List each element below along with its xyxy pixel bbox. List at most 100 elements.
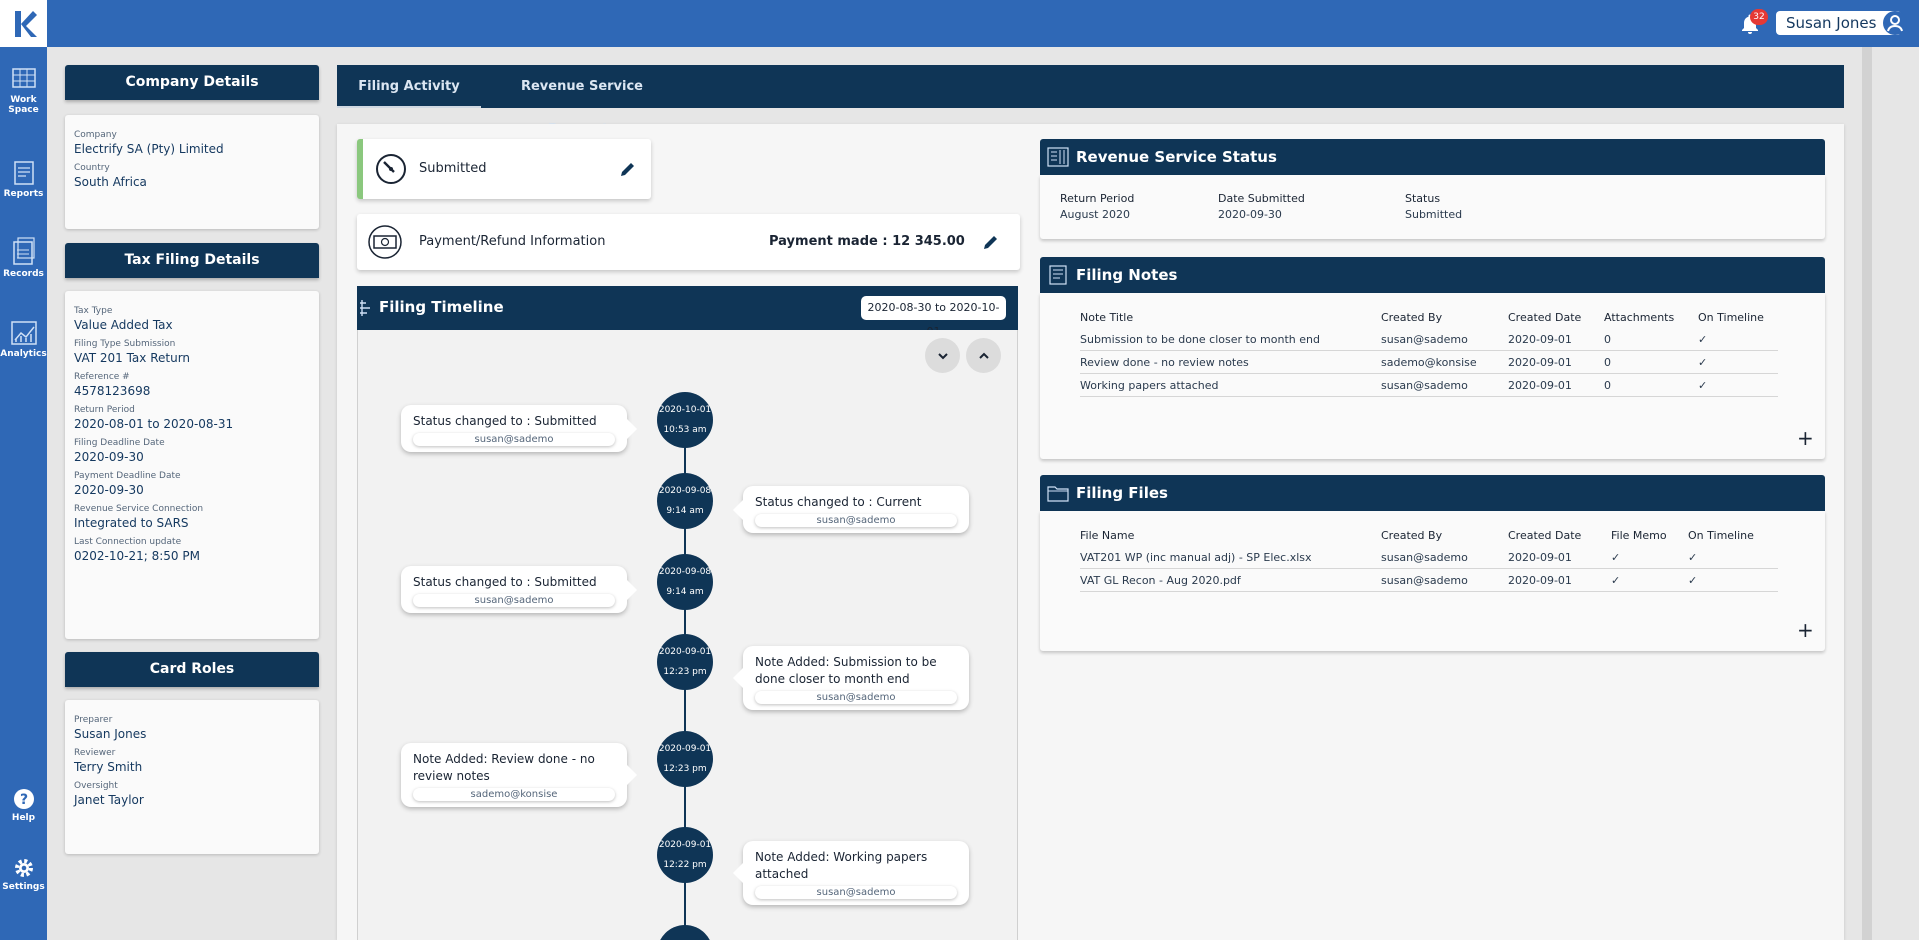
timeline-event-card[interactable]: Status changed to : Submitted susan@sade…	[401, 566, 637, 613]
note-title-cell: Working papers attached	[1080, 373, 1381, 397]
logo-icon	[14, 10, 37, 37]
notes-icon	[1049, 265, 1067, 285]
nav-reports[interactable]: Reports	[0, 160, 47, 199]
col-created-date: Created Date	[1508, 311, 1582, 324]
timeline-event-user: susan@sademo	[413, 433, 615, 446]
filing-type-label: Filing Type Submission	[74, 339, 176, 349]
table-header-row: File Name Created By Created Date File M…	[1080, 525, 1778, 546]
connection-value: Integrated to SARS	[74, 516, 189, 530]
check-icon: ✓	[1698, 373, 1778, 397]
timeline-event-card[interactable]: Note Added: Review done - no review note…	[401, 743, 637, 807]
oversight-value: Janet Taylor	[74, 793, 144, 807]
file-name-cell[interactable]: VAT201 WP (inc manual adj) - SP Elec.xls…	[1080, 546, 1381, 569]
timeline-date-range[interactable]: 2020-08-30 to 2020-10-01	[861, 296, 1006, 338]
revenue-status-card: Return Period August 2020 Date Submitted…	[1040, 175, 1825, 239]
connection-label: Revenue Service Connection	[74, 504, 204, 514]
revenue-status-header: Revenue Service Status	[1040, 139, 1825, 175]
col-file-name: File Name	[1080, 529, 1135, 542]
filing-deadline-value: 2020-09-30	[74, 450, 144, 464]
status-label: Submitted	[419, 161, 487, 176]
timeline-event-text: Note Added: Submission to be done closer…	[755, 655, 937, 686]
filing-type-value: VAT 201 Tax Return	[74, 351, 191, 365]
payment-refund-label: Payment/Refund Information	[419, 234, 606, 249]
created-by-cell: susan@sademo	[1381, 373, 1508, 397]
created-by-cell: susan@sademo	[1381, 328, 1508, 351]
nav-settings-label: Settings	[2, 882, 45, 892]
nav-settings[interactable]: Settings	[0, 857, 47, 892]
status-card: Submitted	[357, 139, 651, 199]
collapse-up-button[interactable]	[966, 338, 1001, 373]
table-row[interactable]: VAT GL Recon - Aug 2020.pdf susan@sademo…	[1080, 568, 1778, 592]
user-icon[interactable]	[1883, 11, 1907, 35]
page-scrollbar[interactable]	[1862, 47, 1872, 940]
timeline-event-user: sademo@konsise	[413, 788, 615, 801]
check-icon: ✓	[1611, 546, 1688, 569]
timeline-node: 2020-09-01 12:22 pm	[657, 827, 713, 883]
nav-workspace-label-1: Work	[10, 95, 37, 105]
table-row[interactable]: Review done - no review notes sademo@kon…	[1080, 350, 1778, 374]
table-row[interactable]: Submission to be done closer to month en…	[1080, 328, 1778, 351]
timeline-date: 2020-09-08	[658, 567, 712, 577]
filing-deadline-label: Filing Deadline Date	[74, 438, 165, 448]
notification-badge: 32	[1750, 9, 1768, 25]
tab-revenue-service-requests[interactable]: Revenue Service Requests	[487, 65, 677, 137]
add-note-button[interactable]: +	[1797, 428, 1814, 448]
preparer-value: Susan Jones	[74, 727, 147, 741]
folder-icon	[1047, 486, 1069, 502]
filing-timeline-title: Filing Timeline	[379, 298, 504, 316]
edit-status-icon[interactable]	[619, 160, 637, 178]
timeline-event-card[interactable]: Status changed to : Submitted susan@sade…	[401, 405, 637, 452]
nav-help[interactable]: ? Help	[0, 788, 47, 823]
payment-deadline-value: 2020-09-30	[74, 483, 144, 497]
check-icon: ✓	[1611, 568, 1688, 592]
created-date-cell: 2020-09-01	[1508, 350, 1604, 374]
timeline-date: 2020-09-08	[658, 486, 712, 496]
filing-timeline-header: Filing Timeline 2020-08-30 to 2020-10-01	[357, 286, 1018, 338]
note-title-cell: Submission to be done closer to month en…	[1080, 328, 1381, 351]
created-by-cell: sademo@konsise	[1381, 350, 1508, 374]
created-by-cell: susan@sademo	[1381, 546, 1508, 569]
file-name-cell[interactable]: VAT GL Recon - Aug 2020.pdf	[1080, 568, 1381, 592]
edit-payment-icon[interactable]	[982, 233, 1000, 251]
card-roles-header: Card Roles	[65, 652, 319, 687]
nav-workspace[interactable]: Work Space	[0, 66, 47, 115]
company-details-header: Company Details	[65, 65, 319, 100]
timeline-time: 10:53 am	[663, 425, 707, 435]
tab-bar: Filing Activity Revenue Service Requests	[337, 65, 1844, 137]
analytics-icon	[10, 321, 37, 345]
collapse-down-button[interactable]	[925, 338, 960, 373]
timeline-time: 12:23 pm	[663, 667, 707, 677]
timeline-event-user: susan@sademo	[755, 886, 957, 899]
app-logo[interactable]	[0, 0, 47, 47]
oversight-label: Oversight	[74, 781, 118, 791]
nav-analytics[interactable]: Analytics	[0, 320, 47, 359]
timeline-event-card[interactable]: Note Added: Submission to be done closer…	[733, 646, 969, 710]
table-row[interactable]: Working papers attached susan@sademo 202…	[1080, 373, 1778, 397]
tax-type-value: Value Added Tax	[74, 318, 173, 332]
nav-workspace-label-2: Space	[8, 105, 39, 115]
timeline-event-card[interactable]: Status changed to : Current susan@sademo	[733, 486, 969, 533]
revenue-status-icon	[1047, 147, 1069, 167]
timeline-event-user: susan@sademo	[413, 594, 615, 607]
table-header-row: Note Title Created By Created Date Attac…	[1080, 307, 1778, 328]
return-period-heading: Return Period	[1060, 192, 1135, 205]
preparer-label: Preparer	[74, 715, 113, 725]
reviewer-label: Reviewer	[74, 748, 116, 758]
check-icon: ✓	[1698, 350, 1778, 374]
reference-label: Reference #	[74, 372, 130, 382]
timeline-event-text: Note Added: Working papers attached	[755, 850, 928, 881]
filing-notes-table: Note Title Created By Created Date Attac…	[1080, 307, 1778, 397]
timeline-node: 2020-09-01 12:23 pm	[657, 731, 713, 787]
gear-icon	[14, 859, 33, 877]
attachments-cell: 0	[1604, 328, 1698, 351]
tab-filing-activity[interactable]: Filing Activity	[337, 65, 481, 108]
timeline-event-text: Note Added: Review done - no review note…	[413, 752, 595, 783]
nav-records[interactable]: Records	[0, 236, 47, 279]
col-created-by: Created By	[1381, 529, 1443, 542]
country-label: Country	[74, 163, 110, 173]
add-file-button[interactable]: +	[1797, 620, 1814, 640]
timeline-event-card[interactable]: Note Added: Working papers attached susa…	[733, 841, 969, 905]
created-date-cell: 2020-09-01	[1508, 546, 1611, 569]
created-date-cell: 2020-09-01	[1508, 328, 1604, 351]
table-row[interactable]: VAT201 WP (inc manual adj) - SP Elec.xls…	[1080, 546, 1778, 569]
